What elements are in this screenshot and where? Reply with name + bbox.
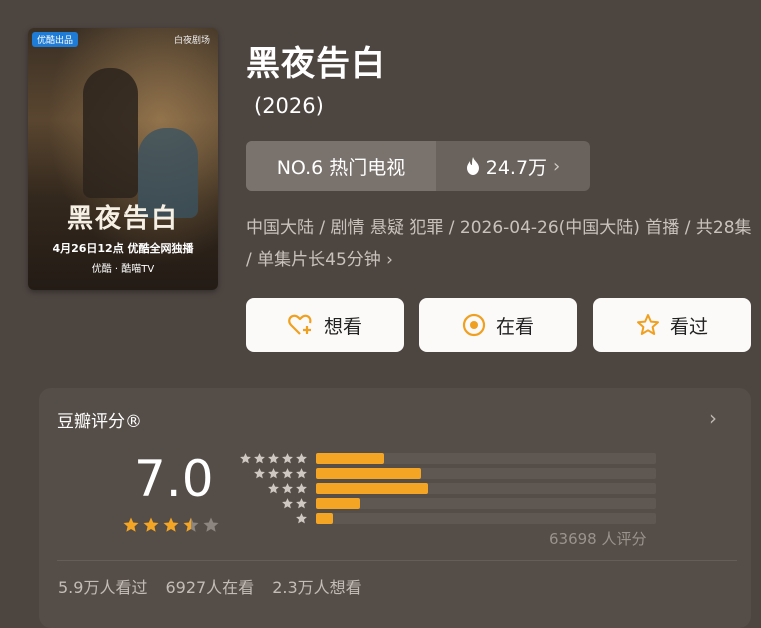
distribution-track-1 bbox=[316, 513, 656, 524]
divider bbox=[57, 560, 737, 561]
watching-button[interactable]: 在看 bbox=[419, 298, 577, 352]
distribution-stars-1 bbox=[238, 512, 308, 525]
star-icon bbox=[268, 453, 279, 464]
star-icon bbox=[296, 468, 307, 479]
distribution-bar-5 bbox=[316, 453, 384, 464]
star-icon bbox=[268, 468, 279, 479]
watched-label: 看过 bbox=[669, 315, 708, 338]
audience-stats: 5.9万人看过 6927人在看 2.3万人想看 bbox=[58, 574, 362, 598]
distribution-bar-3 bbox=[316, 483, 428, 494]
star-icon bbox=[636, 313, 660, 337]
star-icon bbox=[296, 483, 307, 494]
distribution-stars-2 bbox=[238, 497, 308, 510]
star-icon bbox=[240, 453, 251, 464]
show-meta[interactable]: 中国大陆 / 剧情 悬疑 犯罪 / 2026-04-26(中国大陆) 首播 / … bbox=[246, 212, 754, 276]
poster-platform-line: 优酷 · 酷喵TV bbox=[91, 264, 155, 275]
star-icon bbox=[282, 453, 293, 464]
flame-icon bbox=[466, 157, 480, 175]
page-title: 黑夜告白 bbox=[246, 44, 386, 84]
rating-stars bbox=[122, 516, 220, 534]
distribution-stars-4 bbox=[238, 467, 308, 480]
poster-figure-left bbox=[83, 68, 138, 198]
watched-count: 5.9万人看过 bbox=[58, 578, 148, 597]
distribution-stars-5 bbox=[238, 452, 308, 465]
star-icon bbox=[254, 468, 265, 479]
poster-title: 黑夜告白 bbox=[66, 204, 179, 234]
poster-studio: 白夜剧场 bbox=[173, 36, 210, 46]
star-icon bbox=[282, 498, 293, 509]
star-icon bbox=[268, 483, 279, 494]
heat-value: 24.7万 bbox=[485, 156, 548, 179]
chevron-right-icon[interactable]: › bbox=[709, 406, 717, 430]
watching-label: 在看 bbox=[495, 315, 534, 338]
star-icon bbox=[143, 517, 159, 532]
watching-count: 6927人在看 bbox=[165, 578, 255, 597]
star-icon bbox=[282, 468, 293, 479]
heat-indicator[interactable]: 24.7万 › bbox=[436, 141, 590, 191]
poster-date-line: 4月26日12点 优酷全网独播 bbox=[52, 242, 194, 255]
poster-image[interactable]: 优酷出品 白夜剧场 黑夜告白 4月26日12点 优酷全网独播 优酷 · 酷喵TV bbox=[28, 28, 218, 290]
distribution-stars-3 bbox=[238, 482, 308, 495]
distribution-track-2 bbox=[316, 498, 656, 509]
watched-button[interactable]: 看过 bbox=[593, 298, 751, 352]
heart-plus-icon bbox=[288, 313, 314, 337]
star-icon bbox=[123, 517, 139, 532]
want-count: 2.3万人想看 bbox=[272, 578, 362, 597]
star-icon bbox=[203, 517, 219, 532]
star-icon bbox=[296, 453, 307, 464]
star-icon bbox=[296, 498, 307, 509]
rating-score: 7.0 bbox=[134, 450, 214, 508]
star-icon bbox=[163, 517, 179, 532]
rating-title: 豆瓣评分® bbox=[57, 412, 142, 432]
target-icon bbox=[462, 313, 486, 337]
poster-badge: 优酷出品 bbox=[32, 32, 79, 47]
star-icon bbox=[282, 483, 293, 494]
release-year: (2026) bbox=[254, 94, 324, 118]
star-icon bbox=[296, 513, 307, 524]
want-label: 想看 bbox=[323, 315, 362, 338]
star-icon bbox=[254, 453, 265, 464]
chevron-right-icon: › bbox=[553, 155, 561, 177]
distribution-bar-1 bbox=[316, 513, 333, 524]
want-to-watch-button[interactable]: 想看 bbox=[246, 298, 404, 352]
vote-count: 63698 人评分 bbox=[549, 530, 647, 548]
rank-banner[interactable]: NO.6 热门电视 24.7万 › bbox=[246, 141, 590, 191]
star-icon bbox=[183, 517, 199, 532]
distribution-bar-2 bbox=[316, 498, 360, 509]
rank-label[interactable]: NO.6 热门电视 bbox=[246, 141, 436, 191]
distribution-bar-4 bbox=[316, 468, 421, 479]
